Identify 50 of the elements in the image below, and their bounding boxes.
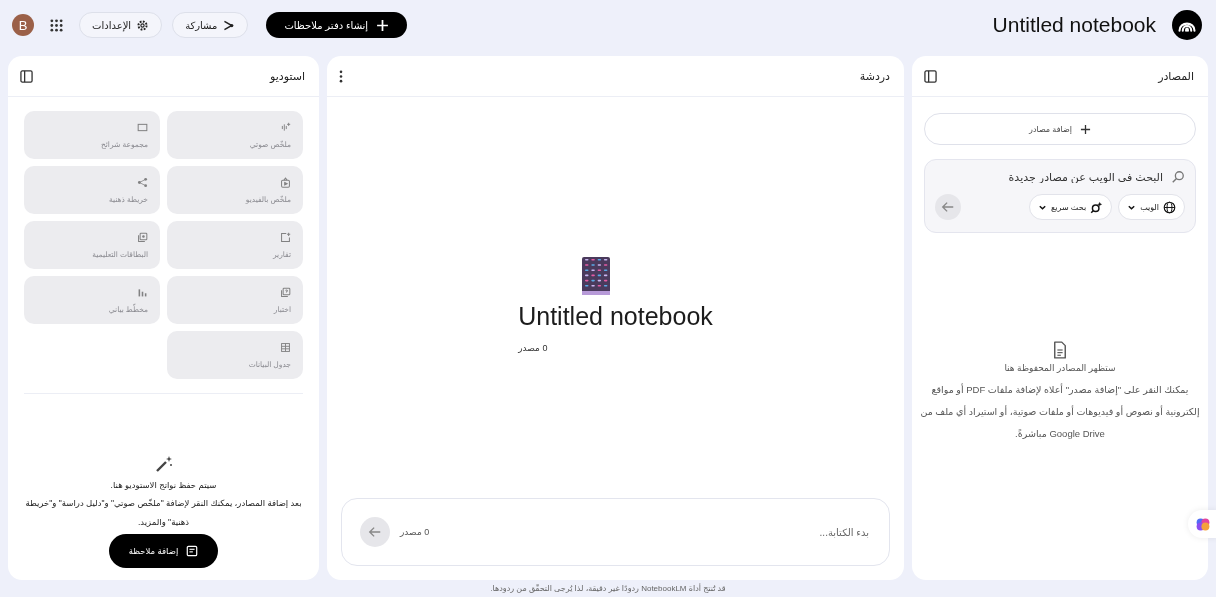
source-count: 0 مصدر [518,343,548,353]
notebook-icon [580,256,611,296]
assistant-button[interactable] [1188,510,1216,538]
report-icon [280,231,291,243]
bar-chart-icon [137,286,148,298]
panel-toggle-icon[interactable] [20,69,33,83]
video-icon [280,176,291,188]
user-avatar[interactable]: B [12,14,34,36]
chat-input[interactable]: بدء الكتابة... [439,525,871,539]
search-field[interactable]: البحث في الويب عن مصادر جديدة [935,171,1163,183]
logo-icon [1172,10,1202,40]
brain-icon [1195,516,1211,532]
search-icon [1171,170,1185,184]
share-button[interactable]: مشاركة [172,12,249,38]
arrow-icon [941,200,955,214]
globe-icon [1163,200,1176,214]
web-source-dropdown[interactable]: الويب [1118,194,1185,220]
empty-state-text: يمكنك النقر على "إضافة مصدر" أعلاه لإضافة ملفات PDF أو مواقع إلكترونية أو نصوص أو فيديوهات أو ملفات صوتية، أو استيراد أي ملف من Google Drive مباشرةً. [919,382,1201,441]
empty-state-title: سيتم حفظ نواتج الاستوديو هنا. [110,480,217,490]
add-sources-button[interactable]: إضافة مصادر [924,113,1196,145]
document-icon [1053,341,1067,359]
settings-button[interactable]: الإعدادات [79,12,163,38]
more-options-icon[interactable] [339,69,343,83]
table-icon [280,341,291,353]
cards-icon [137,231,148,243]
share-icon [222,18,236,32]
create-notebook-button[interactable]: إنشاء دفتر ملاحظات [266,12,408,38]
disclaimer-text: قد تُنتج أداة NotebookLM ردودًا غير دقيقة، لذا يُرجى التحقّق من ردودها. [490,584,726,593]
arrow-icon [368,525,382,539]
plus-icon [1079,123,1091,135]
panel-title: المصادر [1158,69,1194,83]
waveform-icon [280,121,291,133]
plus-icon [376,18,390,32]
note-icon [186,545,199,557]
empty-state-text: بعد إضافة المصادر، يمكنك النقر لإضافة "ملخّص صوتي" و"دليل دراسة" و"خريطة ذهنية" والمزيد. [24,497,303,529]
notebook-title: Untitled notebook [992,13,1156,37]
settings-icon [136,18,150,32]
nodes-icon [137,176,148,188]
panel-title: استوديو [270,69,305,83]
sparkle-search-icon [1090,200,1104,214]
search-mode-dropdown[interactable]: بحث سريع [1029,194,1113,220]
source-count: 0 مصدر [400,527,430,537]
add-note-button[interactable]: إضافة ملاحظة [108,534,219,568]
empty-state-title: ستظهر المصادر المحفوظة هنا [1004,363,1116,373]
panel-toggle-icon[interactable] [924,69,937,83]
quiz-icon [280,286,291,298]
notebook-heading: Untitled notebook [518,302,713,331]
panel-title: دردشة [859,69,890,83]
slides-icon [137,121,148,133]
apps-grid-icon[interactable] [50,18,63,32]
